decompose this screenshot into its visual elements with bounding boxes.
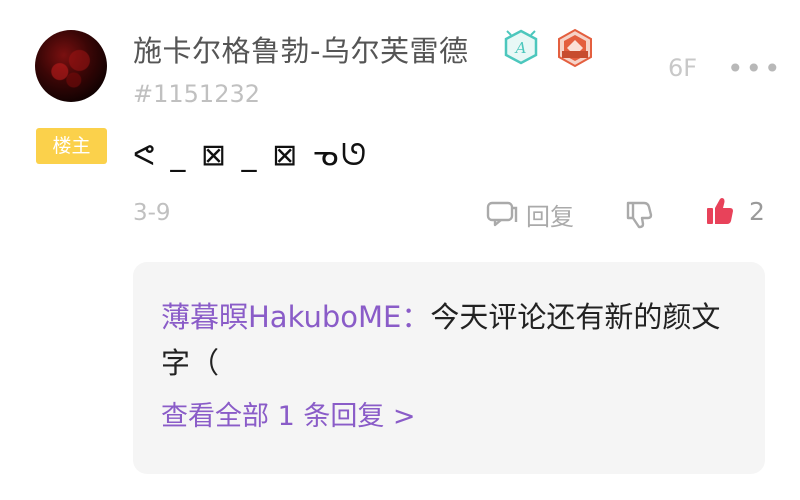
like-count: 2 <box>749 196 765 226</box>
username[interactable]: 施卡尔格鲁勃-乌尔芙雷德 <box>133 28 468 70</box>
owner-tag: 楼主 <box>36 128 107 164</box>
svg-text:A: A <box>514 39 527 57</box>
thumbs-up-icon <box>707 198 733 224</box>
reply-button[interactable]: 回复 <box>486 196 574 232</box>
like-button[interactable]: 2 <box>705 196 765 226</box>
reply-preview-box[interactable]: 薄暮暝HakuboME：今天评论还有新的颜文字（ 查看全部 1 条回复 > <box>133 262 765 474</box>
reply-item: 薄暮暝HakuboME：今天评论还有新的颜文字（ <box>161 294 737 386</box>
post-date: 3-9 <box>133 200 171 226</box>
floor-number: 6F <box>668 54 698 82</box>
reply-separator: ： <box>401 300 431 334</box>
view-all-replies-link[interactable]: 查看全部 1 条回复 > <box>161 394 737 433</box>
more-options-icon[interactable]: ••• <box>727 55 783 83</box>
level-badge-icon: A <box>504 29 538 65</box>
comment-bubble-icon <box>486 201 518 227</box>
thumbs-down-icon[interactable] <box>624 199 654 229</box>
comment-content: ᕙ _ ⊠ _ ⊠ ᓀᘎ <box>133 138 370 173</box>
user-id: #1151232 <box>133 80 260 108</box>
fan-medal-icon <box>558 28 592 68</box>
reply-label: 回复 <box>526 202 574 231</box>
reply-author[interactable]: 薄暮暝HakuboME <box>161 300 401 334</box>
avatar[interactable] <box>35 30 107 102</box>
